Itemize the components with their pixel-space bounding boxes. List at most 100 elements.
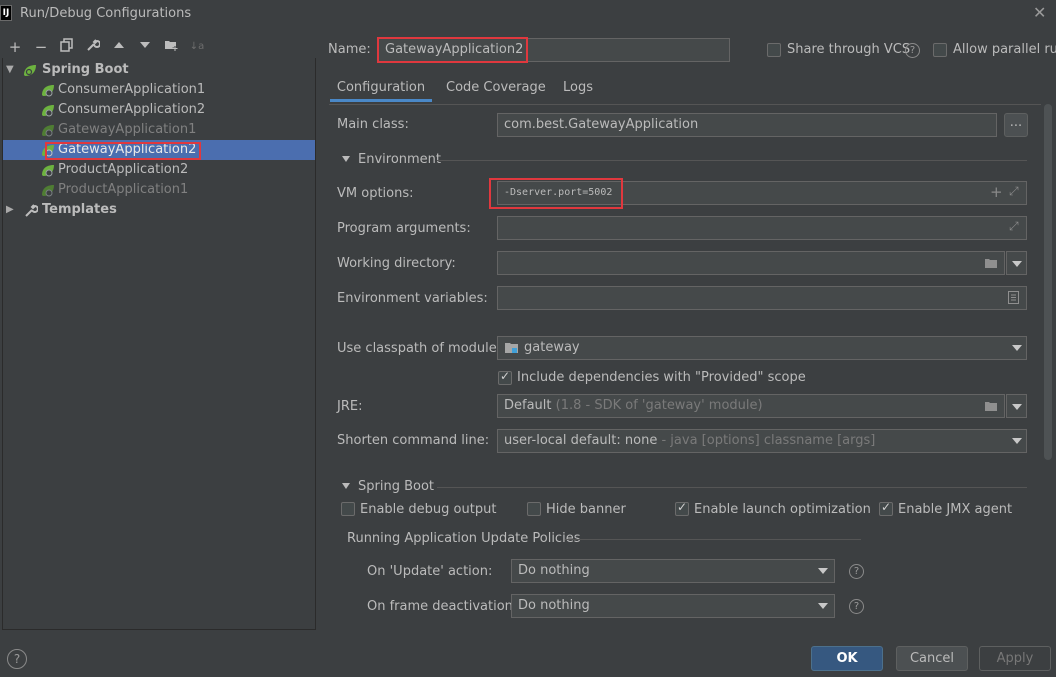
spring-leaf-icon [42,125,54,137]
move-down-icon[interactable] [136,38,154,56]
classpath-module-value: gateway [524,340,580,355]
tree-node-spring-boot[interactable]: ▼ Spring Boot [3,60,315,80]
module-folder-icon [505,343,518,353]
debug-output-label: Enable debug output [360,502,497,517]
share-vcs-checkbox[interactable] [767,43,781,57]
help-icon[interactable]: ? [849,564,864,579]
name-label: Name: [328,42,371,57]
shorten-hint: - java [options] classname [args] [661,433,876,448]
vertical-scrollbar[interactable] [1044,104,1052,460]
tree-node-templates[interactable]: ▶ Templates [3,200,315,220]
ok-button[interactable]: OK [811,646,883,671]
help-icon[interactable]: ? [905,43,920,58]
jmx-agent-label: Enable JMX agent [898,502,1013,517]
frame-deactivation-select[interactable]: Do nothing [511,594,835,618]
chevron-down-icon [1012,404,1022,410]
spring-boot-section-label: Spring Boot [358,479,435,494]
shorten-command-line-label: Shorten command line: [337,433,490,448]
jre-input[interactable]: Default (1.8 - SDK of 'gateway' module) [497,394,1005,418]
expand-icon[interactable]: ⤢ [1009,184,1019,199]
add-icon[interactable]: + [990,183,1003,201]
environment-variables-input[interactable] [497,286,1027,310]
tree-item-consumer-application-2[interactable]: ConsumerApplication2 [3,100,315,120]
spring-leaf-icon [42,165,54,177]
tab-logs[interactable]: Logs [563,78,593,102]
jre-hint: (1.8 - SDK of 'gateway' module) [555,398,763,413]
tab-code-coverage[interactable]: Code Coverage [446,78,546,102]
folder-add-icon[interactable] [162,38,180,56]
chevron-down-icon [818,603,828,609]
dialog-help-button[interactable]: ? [7,649,27,669]
tree-item-label: GatewayApplication2 [58,142,197,157]
tree-item-product-application-1[interactable]: ProductApplication1 [3,180,315,200]
classpath-module-select[interactable]: gateway [497,336,1027,360]
main-class-label: Main class: [337,117,409,132]
remove-icon[interactable]: − [32,38,50,56]
tree-item-consumer-application-1[interactable]: ConsumerApplication1 [3,80,315,100]
shorten-value: user-local default: none [504,433,658,448]
allow-parallel-checkbox[interactable] [933,43,947,57]
wrench-icon[interactable] [84,38,102,56]
tree-templates-label: Templates [42,202,117,217]
environment-variables-label: Environment variables: [337,291,488,306]
spring-boot-collapse-icon[interactable] [342,483,350,489]
wrench-icon [25,204,38,217]
working-directory-label: Working directory: [337,256,456,271]
apply-button[interactable]: Apply [979,646,1051,671]
chevron-down-icon [1012,261,1022,267]
vm-options-label: VM options: [337,186,414,201]
tab-configuration[interactable]: Configuration [330,78,432,102]
browse-main-class-button[interactable]: ... [1004,113,1028,137]
folder-icon[interactable] [984,400,998,412]
environment-collapse-icon[interactable] [342,156,350,162]
move-up-icon[interactable] [110,38,128,56]
vm-options-input[interactable]: -Dserver.port=5002 [497,181,1027,205]
spring-leaf-icon [42,145,54,157]
launch-optimization-checkbox[interactable] [675,500,689,516]
close-icon[interactable]: ✕ [1033,3,1046,22]
update-action-select[interactable]: Do nothing [511,559,835,583]
launch-optimization-label: Enable launch optimization [694,502,871,517]
main-class-input[interactable]: com.best.GatewayApplication [497,113,997,137]
copy-icon[interactable] [58,38,76,56]
tree-item-product-application-2[interactable]: ProductApplication2 [3,160,315,180]
chevron-down-icon [1012,345,1022,351]
tree-item-label: ConsumerApplication1 [58,82,206,97]
shorten-command-line-select[interactable]: user-local default: none - java [options… [497,429,1027,453]
edit-list-icon[interactable] [1008,291,1019,304]
jre-label: JRE: [337,399,363,414]
collapse-arrow-icon[interactable]: ▶ [6,200,14,220]
folder-icon[interactable] [984,257,998,269]
chevron-down-icon [1012,438,1022,444]
debug-output-checkbox[interactable] [341,502,355,516]
expand-icon[interactable]: ⤢ [1009,219,1019,234]
hide-banner-checkbox[interactable] [527,502,541,516]
program-arguments-input[interactable] [497,216,1027,240]
add-icon[interactable]: + [6,38,24,56]
include-dependencies-label: Include dependencies with "Provided" sco… [517,370,806,385]
tree-item-label: GatewayApplication1 [58,122,197,137]
update-policies-label: Running Application Update Policies [347,531,581,546]
tree-root-label: Spring Boot [42,62,129,77]
spring-leaf-icon [42,105,54,117]
tab-label: Code Coverage [446,80,546,95]
section-divider [437,487,1027,488]
expand-arrow-icon[interactable]: ▼ [6,60,14,80]
name-input[interactable]: GatewayApplication2 [378,38,730,62]
tree-item-gateway-application-1[interactable]: GatewayApplication1 [3,120,315,140]
cancel-button[interactable]: Cancel [896,646,968,671]
program-arguments-label: Program arguments: [337,221,471,236]
include-dependencies-checkbox[interactable] [498,369,512,385]
sort-icon[interactable]: ↓a [188,38,206,56]
tree-item-gateway-application-2[interactable]: GatewayApplication2 [3,140,315,160]
jmx-agent-checkbox[interactable] [879,500,893,516]
help-icon[interactable]: ? [849,599,864,614]
tab-label: Logs [563,80,593,95]
window-title: Run/Debug Configurations [20,6,192,21]
intellij-app-icon: IJ [0,5,12,21]
tree-item-label: ConsumerApplication2 [58,102,206,117]
spring-leaf-icon [42,85,54,97]
section-divider [437,160,1027,161]
share-vcs-label: Share through VCS [787,42,911,57]
working-directory-input[interactable] [497,251,1005,275]
